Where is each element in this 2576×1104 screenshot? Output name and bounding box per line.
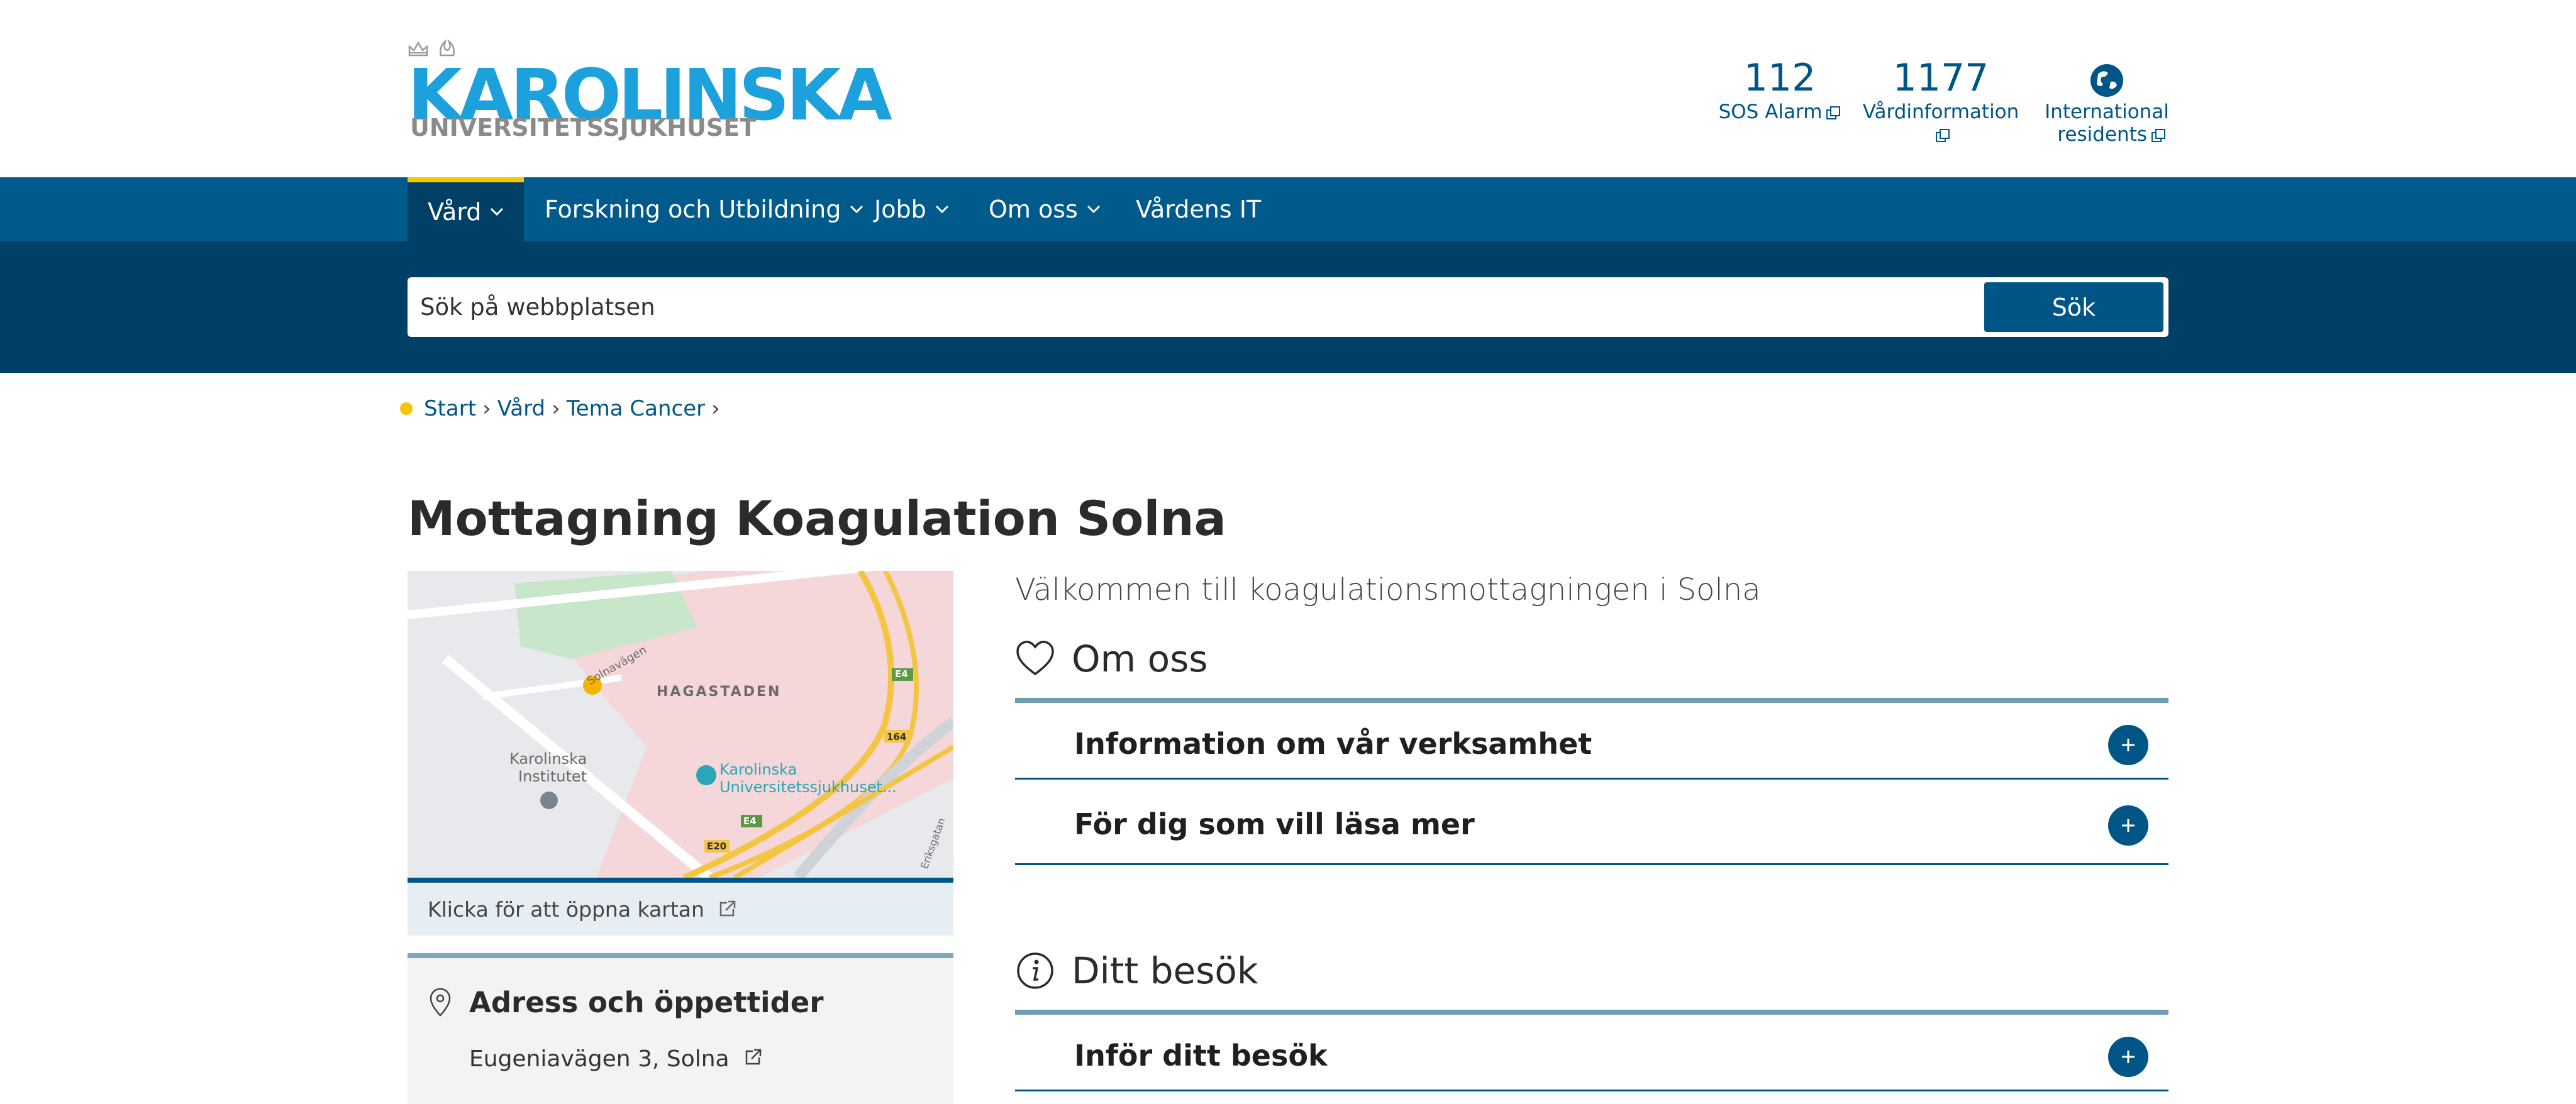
nav-item-forskning[interactable]: Forskning och Utbildning: [525, 177, 884, 241]
vardinformation-link[interactable]: 1177 Vårdinformation: [1854, 55, 2028, 146]
search-button[interactable]: Sök: [1984, 282, 2163, 332]
nav-item-om-oss[interactable]: Om oss: [969, 177, 1121, 241]
nav-item-vardens-it[interactable]: Vårdens IT: [1116, 177, 1281, 241]
sos-alarm-link[interactable]: 112 SOS Alarm: [1711, 55, 1849, 123]
address-card: Adress och öppettider Eugeniavägen 3, So…: [408, 953, 953, 1104]
breadcrumb-separator: ›: [482, 396, 491, 421]
map-label-e4: E4: [895, 668, 908, 680]
karolinska-logo[interactable]: KAROLINSKA UNIVERSITETSSJUKHUSET: [408, 39, 892, 146]
sos-number: 112: [1743, 56, 1816, 100]
heart-icon: [1016, 641, 1054, 676]
chevron-down-icon: [935, 205, 948, 214]
open-map-link[interactable]: Klicka för att öppna kartan: [408, 878, 953, 936]
international-label-2: residents: [2057, 123, 2147, 146]
map-label-hospital-1: Karolinska: [719, 761, 797, 778]
open-map-label: Klicka för att öppna kartan: [428, 897, 704, 922]
address-link[interactable]: Eugeniavägen 3, Solna: [469, 1046, 762, 1072]
external-link-icon: [1936, 128, 1950, 142]
breadcrumb-start[interactable]: Start: [424, 396, 476, 421]
accordion-infor-besok[interactable]: Inför ditt besök: [1015, 1010, 2168, 1091]
map-label-area: HAGASTADEN: [657, 684, 782, 700]
vardinfo-number: 1177: [1892, 56, 1989, 100]
section-ditt-besok-heading: Ditt besök: [1015, 949, 1258, 992]
map-label-hospital-2: Universitetssjukhuset...: [719, 778, 897, 796]
international-residents-link[interactable]: International residents: [2044, 63, 2170, 146]
accordion-las-mer[interactable]: För dig som vill läsa mer: [1015, 783, 2168, 865]
accordion-verksamhet[interactable]: Information om vår verksamhet: [1015, 698, 2168, 780]
welcome-text: Välkommen till koagulationsmottagningen …: [1015, 572, 1761, 607]
map-graphic: [408, 571, 953, 878]
international-label-1: International: [2045, 101, 2169, 123]
chevron-down-icon: [1087, 205, 1100, 214]
sos-label: SOS Alarm: [1718, 101, 1823, 123]
logo-subtitle: UNIVERSITETSSJUKHUSET: [410, 114, 757, 141]
accordion-label: Information om vår verksamhet: [1074, 727, 1592, 761]
breadcrumb-tema-cancer[interactable]: Tema Cancer: [567, 396, 705, 421]
breadcrumb-separator: ›: [552, 396, 560, 421]
breadcrumb: Start › Vård › Tema Cancer ›: [400, 396, 726, 421]
expand-plus-icon[interactable]: [2108, 805, 2148, 846]
map-label-164: 164: [887, 731, 907, 742]
search-input[interactable]: [420, 277, 1929, 337]
map-preview[interactable]: HAGASTADEN Solnavägen Karolinska Institu…: [408, 571, 953, 878]
nav-label: Om oss: [989, 196, 1078, 223]
globe-icon: [2090, 64, 2123, 97]
section-om-oss-heading: Om oss: [1015, 638, 1208, 680]
section-title: Ditt besök: [1072, 949, 1258, 992]
nav-label: Jobb: [874, 196, 926, 223]
external-link-icon: [1826, 106, 1841, 119]
nav-label: Vård: [428, 198, 482, 226]
breadcrumb-dot-icon: [400, 402, 413, 415]
nav-label: Vårdens IT: [1136, 196, 1262, 223]
expand-plus-icon[interactable]: [2108, 725, 2148, 765]
nav-label: Forskning och Utbildning: [545, 196, 841, 223]
nav-item-jobb[interactable]: Jobb: [854, 177, 969, 241]
external-link-icon: [745, 1049, 762, 1065]
address-street: Eugeniavägen 3, Solna: [469, 1046, 730, 1072]
section-title: Om oss: [1072, 638, 1208, 680]
accordion-label: Inför ditt besök: [1074, 1039, 1328, 1073]
external-link-icon: [719, 900, 736, 917]
accordion-label: För dig som vill läsa mer: [1074, 807, 1475, 841]
map-label-e20: E20: [707, 841, 727, 852]
map-label-ki-2: Institutet: [518, 768, 587, 785]
vardinfo-label: Vårdinformation: [1862, 101, 2019, 123]
chevron-down-icon: [491, 207, 504, 216]
main-nav: Vård Forskning och Utbildning Jobb Om os…: [0, 177, 2576, 241]
search-box: Sök: [408, 277, 2168, 337]
map-label-ki-1: Karolinska: [509, 750, 587, 768]
info-icon: [1017, 952, 1053, 989]
address-title: Adress och öppettider: [469, 986, 824, 1019]
location-pin-icon: [430, 988, 451, 1017]
search-band: Sök: [0, 241, 2576, 373]
breadcrumb-vard[interactable]: Vård: [497, 396, 545, 421]
nav-item-vard[interactable]: Vård: [408, 177, 525, 241]
external-link-icon: [2151, 128, 2165, 142]
page-title: Mottagning Koagulation Solna: [408, 490, 1226, 546]
expand-plus-icon[interactable]: [2108, 1037, 2148, 1077]
site-header: KAROLINSKA UNIVERSITETSSJUKHUSET 112 SOS…: [0, 0, 2576, 177]
map-label-e4b: E4: [743, 815, 757, 827]
breadcrumb-separator: ›: [711, 396, 720, 421]
